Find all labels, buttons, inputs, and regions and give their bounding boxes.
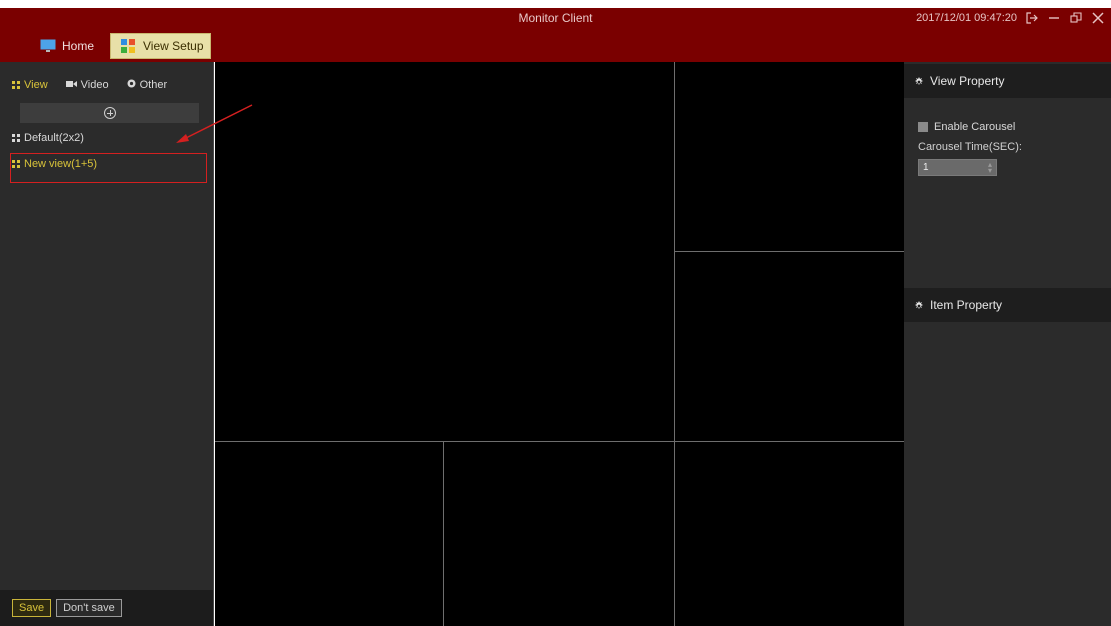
item-property-header: Item Property bbox=[904, 288, 1111, 322]
window-controls: 2017/12/01 09:47:20 bbox=[916, 11, 1105, 25]
left-subtabs: View Video Other bbox=[0, 62, 213, 94]
view-property-title: View Property bbox=[930, 74, 1005, 88]
carousel-time-label: Carousel Time(SEC): bbox=[918, 141, 1022, 153]
subtab-view[interactable]: View bbox=[12, 75, 48, 94]
enable-carousel-label: Enable Carousel bbox=[934, 121, 1016, 133]
video-cell-mid-right[interactable] bbox=[675, 252, 904, 441]
grid-icon bbox=[12, 80, 20, 89]
settings-icon bbox=[127, 79, 136, 91]
main-tabs: Home View Setup bbox=[30, 33, 211, 59]
save-bar: Save Don't save bbox=[0, 590, 213, 626]
view-item-label: New view(1+5) bbox=[24, 158, 98, 170]
carousel-time-value: 1 bbox=[923, 162, 929, 173]
grid-icon bbox=[12, 160, 20, 168]
gear-icon bbox=[914, 300, 924, 310]
carousel-time-stepper[interactable]: 1 ▴ ▾ bbox=[918, 159, 997, 176]
video-cell-bottom-right[interactable] bbox=[675, 442, 904, 626]
subtab-video-label: Video bbox=[80, 78, 109, 91]
video-cell-bottom-left[interactable] bbox=[215, 442, 443, 626]
enable-carousel-checkbox[interactable]: Enable Carousel bbox=[904, 98, 1111, 133]
grid-icon bbox=[12, 134, 20, 142]
camera-icon bbox=[65, 79, 77, 91]
subtab-view-label: View bbox=[24, 78, 48, 91]
view-property-header: View Property bbox=[904, 64, 1111, 98]
add-view-button[interactable] bbox=[20, 103, 199, 123]
view-item-default[interactable]: Default(2x2) bbox=[0, 127, 213, 149]
tab-view-setup-label: View Setup bbox=[143, 39, 204, 53]
right-panel: View Property Enable Carousel Carousel T… bbox=[904, 62, 1111, 626]
item-property-title: Item Property bbox=[930, 298, 1003, 312]
minimize-icon[interactable] bbox=[1047, 11, 1061, 25]
stepper-arrows-icon[interactable]: ▴ ▾ bbox=[988, 160, 992, 174]
dont-save-button[interactable]: Don't save bbox=[56, 599, 122, 617]
tab-view-setup[interactable]: View Setup bbox=[110, 33, 211, 59]
add-circle-icon bbox=[103, 107, 116, 119]
layout-grid-icon bbox=[121, 39, 137, 53]
grid-divider bbox=[674, 251, 904, 252]
subtab-other-label: Other bbox=[139, 78, 168, 91]
checkbox-box bbox=[918, 122, 928, 132]
grid-divider bbox=[215, 441, 904, 442]
video-cell-main[interactable] bbox=[215, 62, 674, 441]
video-grid bbox=[215, 62, 904, 626]
gear-icon bbox=[914, 76, 924, 86]
grid-divider bbox=[674, 62, 675, 626]
view-item-new-view[interactable]: New view(1+5) bbox=[0, 153, 213, 175]
monitor-icon bbox=[40, 39, 56, 53]
close-icon[interactable] bbox=[1091, 11, 1105, 25]
item-property-section: Item Property bbox=[904, 288, 1111, 322]
restore-icon[interactable] bbox=[1069, 11, 1083, 25]
title-bar: Monitor Client 2017/12/01 09:47:20 Home … bbox=[0, 8, 1111, 62]
video-cell-bottom-middle[interactable] bbox=[444, 442, 674, 626]
save-button[interactable]: Save bbox=[12, 599, 52, 617]
subtab-video[interactable]: Video bbox=[65, 75, 109, 94]
tab-home[interactable]: Home bbox=[30, 33, 100, 59]
view-item-label: Default(2x2) bbox=[24, 132, 84, 144]
view-list: Default(2x2) New view(1+5) bbox=[0, 127, 213, 175]
tab-home-label: Home bbox=[62, 39, 95, 53]
subtab-other[interactable]: Other bbox=[127, 75, 168, 94]
datetime-display: 2017/12/01 09:47:20 bbox=[916, 12, 1017, 24]
video-cell-top-right[interactable] bbox=[675, 62, 904, 251]
logout-icon[interactable] bbox=[1025, 11, 1039, 25]
left-panel: View Video Other Default(2x2) New view(1… bbox=[0, 62, 214, 626]
grid-divider bbox=[443, 441, 444, 626]
